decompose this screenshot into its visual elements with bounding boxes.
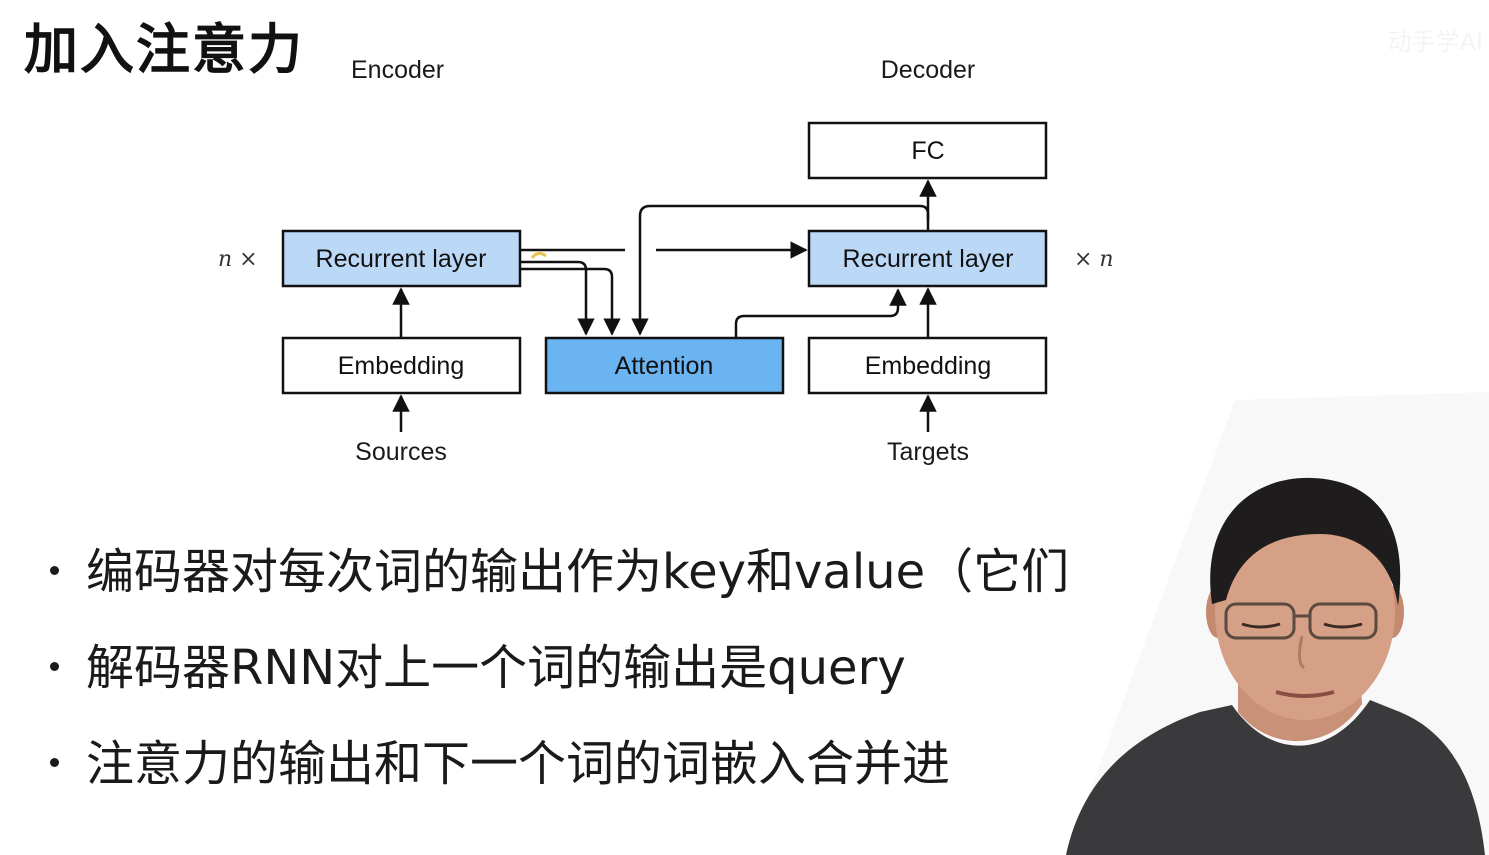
- presenter-person-icon: [1066, 392, 1489, 855]
